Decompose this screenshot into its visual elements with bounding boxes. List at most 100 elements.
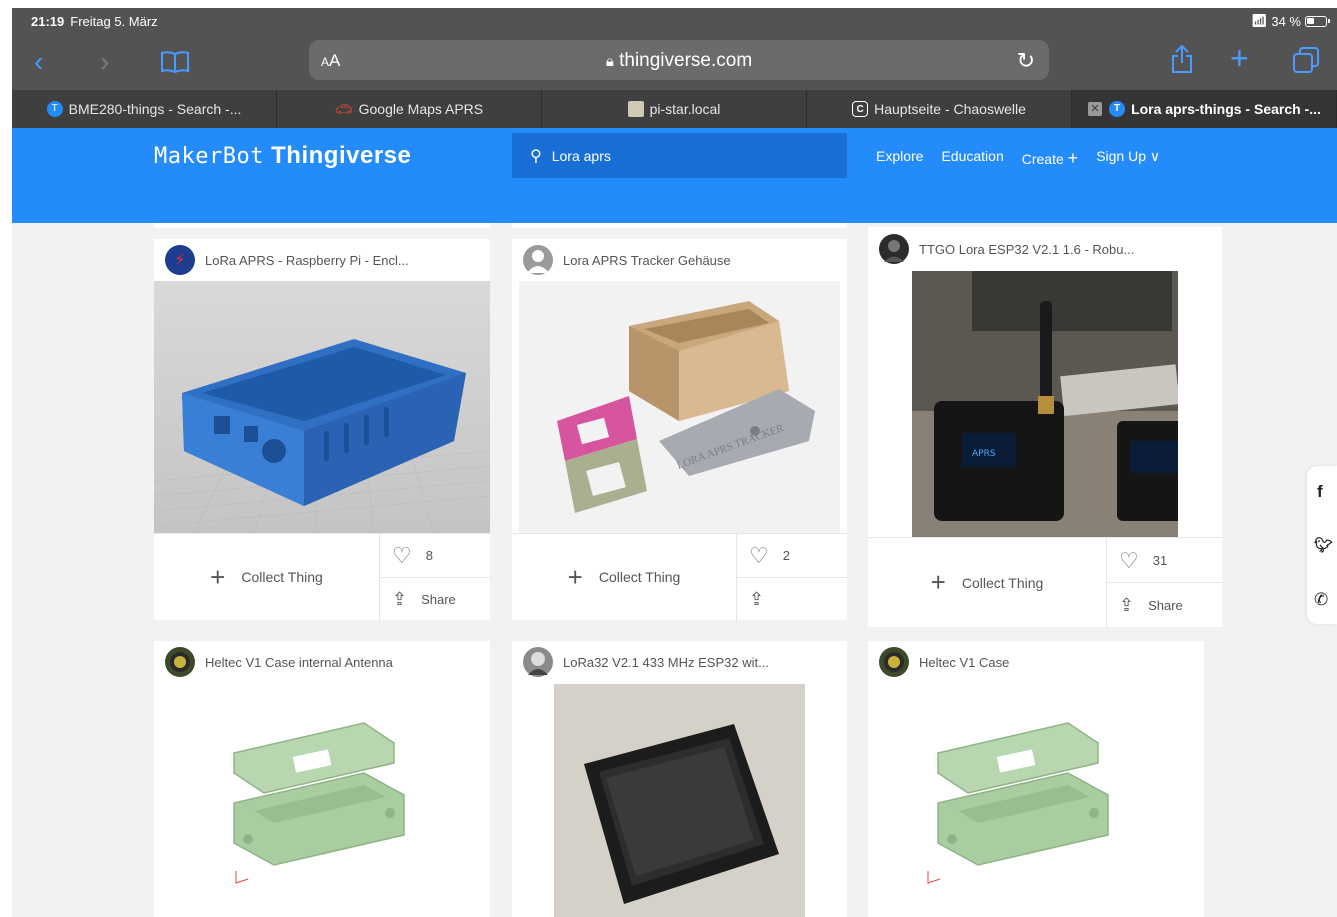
card-header: Heltec V1 Case internal Antenna [154,641,490,683]
thing-image[interactable] [154,683,490,917]
close-tab-icon[interactable]: ✕ [1088,102,1102,116]
share-icon[interactable] [1170,44,1194,79]
card-header: Heltec V1 Case [868,641,1204,683]
nav-sign-up[interactable]: Sign Up ∨ [1096,148,1160,169]
heart-icon: ♡ [749,542,769,568]
share-icon: ⇪ [1119,594,1135,615]
tabs-overview-icon[interactable] [1292,46,1320,79]
thingiverse-icon: T [1109,101,1126,117]
site-header: MakerBot Thingiverse ⚲ Lora aprs Explore… [12,128,1337,223]
logo-makerbot: MakerBot [154,144,264,169]
thing-image[interactable] [554,684,805,917]
tab-label: pi-star.local [649,101,721,117]
share-button[interactable]: ⇪ Share [1106,582,1222,627]
card-footer: + Collect Thing ♡ 2 ⇪ [512,533,847,620]
avatar[interactable]: ⚡︎ [165,245,195,275]
tab-pi-star[interactable]: pi-star.local [542,90,807,128]
nav-explore[interactable]: Explore [876,148,923,169]
tab-lora-aprs[interactable]: ✕ T Lora aprs-things - Search -... [1072,90,1337,128]
nav-education[interactable]: Education [941,148,1003,169]
thing-card[interactable]: LoRa32 V2.1 433 MHz ESP32 wit... [512,641,847,917]
tab-bme280[interactable]: T BME280-things - Search -... [12,90,277,128]
logo-thingiverse: Thingiverse [271,142,412,169]
avatar[interactable] [879,234,909,264]
tab-label: BME280-things - Search -... [68,101,242,117]
search-value: Lora aprs [551,147,611,164]
heart-icon: ♡ [1119,547,1139,573]
svg-text:APRS: APRS [972,449,996,459]
card-title[interactable]: TTGO Lora ESP32 V2.1 1.6 - Robu... [919,242,1134,257]
battery-percent: 34 % [1271,13,1301,29]
wifi-icon: 📶︎ [1250,13,1268,28]
nav-create[interactable]: Create + [1022,148,1078,169]
avatar[interactable] [165,647,195,677]
card-title[interactable]: LoRa32 V2.1 433 MHz ESP32 wit... [563,655,769,670]
collect-button[interactable]: + Collect Thing [868,538,1106,627]
whatsapp-icon[interactable]: ✆ [1314,590,1328,610]
social-share-rail: f 🐦︎ ✆ [1307,466,1337,624]
search-input[interactable]: ⚲ Lora aprs [512,133,847,178]
share-button[interactable]: ⇪ [736,577,847,620]
tab-chaoswelle[interactable]: C Hauptseite - Chaoswelle [807,90,1072,128]
share-label: Share [1148,597,1183,613]
like-button[interactable]: ♡ 2 [736,534,847,577]
collect-label: Collect Thing [598,569,681,585]
back-icon[interactable]: ‹ [34,48,43,76]
thing-card[interactable]: Lora APRS Tracker Gehäuse LORA APRS TRAC… [512,239,847,620]
like-button[interactable]: ♡ 8 [379,534,490,577]
card-header: LoRa32 V2.1 433 MHz ESP32 wit... [512,641,847,683]
avatar[interactable] [523,245,553,275]
chevron-down-icon: ∨ [1149,148,1161,164]
new-tab-icon[interactable]: + [1230,42,1249,74]
car-icon: 🚗︎ [334,100,353,117]
share-icon: ⇪ [392,588,408,609]
tab-label: Hauptseite - Chaoswelle [874,101,1026,117]
twitter-icon[interactable]: 🐦︎ [1314,536,1333,554]
battery-icon [1305,15,1330,27]
plus-icon: + [567,561,583,592]
card-title[interactable]: Lora APRS Tracker Gehäuse [563,253,731,268]
site-logo[interactable]: MakerBot Thingiverse [154,142,411,170]
like-count: 31 [1152,553,1168,568]
avatar[interactable] [879,647,909,677]
like-count: 2 [782,548,790,563]
plus-icon: + [1067,148,1079,168]
thing-image[interactable] [154,281,490,533]
facebook-icon[interactable]: f [1317,482,1323,502]
forward-icon[interactable]: › [100,48,109,76]
collect-label: Collect Thing [241,569,323,585]
tab-google-maps-aprs[interactable]: 🚗︎ Google Maps APRS [277,90,542,128]
tab-label: Google Maps APRS [358,101,484,117]
status-date: Freitag 5. März [70,13,158,29]
card-footer: + Collect Thing ♡ 8 ⇪ Share [154,533,490,620]
collect-button[interactable]: + Collect Thing [154,534,379,620]
share-label: Share [421,591,456,607]
plus-icon: + [210,561,226,592]
reload-icon[interactable]: ↻ [1017,48,1035,74]
like-button[interactable]: ♡ 31 [1106,538,1222,583]
thing-image[interactable]: LORA APRS TRACKER [519,281,840,533]
avatar[interactable] [523,647,553,677]
thingiverse-icon: T [46,101,63,117]
plus-icon: + [930,567,946,597]
card-header: TTGO Lora ESP32 V2.1 1.6 - Robu... [868,227,1222,271]
card-title[interactable]: LoRa APRS - Raspberry Pi - Encl... [205,253,409,268]
thing-card[interactable]: Heltec V1 Case internal Antenna [154,641,490,917]
thing-image[interactable]: APRS [912,271,1178,537]
collect-label: Collect Thing [961,574,1044,591]
like-count: 8 [425,548,433,563]
card-header: ⚡︎ LoRa APRS - Raspberry Pi - Encl... [154,239,490,281]
thing-image[interactable] [868,683,1204,917]
card-footer: + Collect Thing ♡ 31 ⇪ Share [868,537,1222,627]
address-bar[interactable]: AA 🔒︎ thingiverse.com ↻ [309,40,1049,80]
thing-card[interactable]: TTGO Lora ESP32 V2.1 1.6 - Robu... APRS … [868,227,1222,627]
card-title[interactable]: Heltec V1 Case internal Antenna [205,655,393,670]
thing-card[interactable]: Heltec V1 Case [868,641,1204,917]
collect-button[interactable]: + Collect Thing [512,534,736,620]
thing-card[interactable]: ⚡︎ LoRa APRS - Raspberry Pi - Encl... + … [154,239,490,620]
share-button[interactable]: ⇪ Share [379,577,490,620]
card-title[interactable]: Heltec V1 Case [919,655,1009,670]
search-icon: ⚲ [530,147,542,165]
card-header: Lora APRS Tracker Gehäuse [512,239,847,281]
bookmarks-icon[interactable] [160,50,190,81]
